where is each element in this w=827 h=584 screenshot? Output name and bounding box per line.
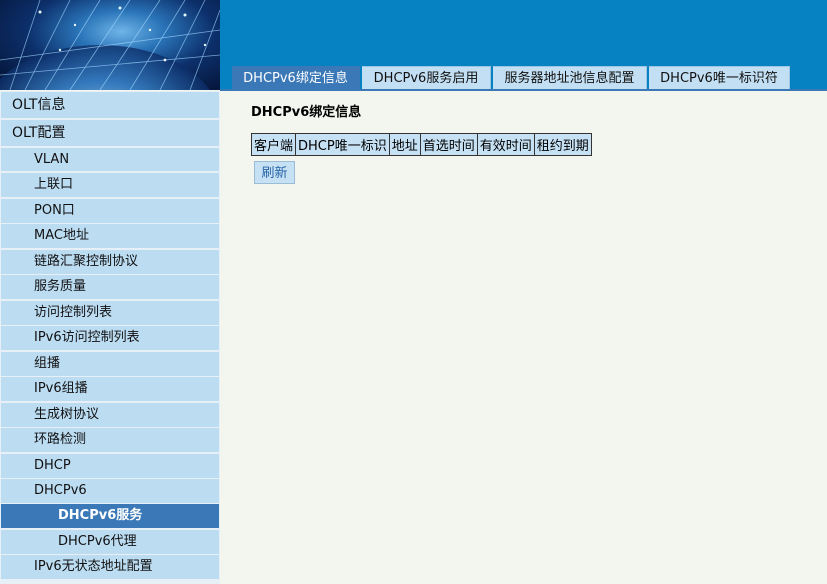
sidebar-item-olt-info[interactable]: OLT信息 [1, 92, 219, 118]
column-valid-time: 有效时间 [476, 133, 535, 156]
sidebar-item-olt-config[interactable]: OLT配置 [1, 120, 219, 146]
column-preferred-time: 首选时间 [419, 133, 478, 156]
page-title: DHCPv6绑定信息 [251, 105, 362, 120]
sidebar-item-dhcpv6-relay[interactable]: DHCPv6代理 [1, 530, 219, 554]
sidebar-item-ipv6-acl[interactable]: IPv6访问控制列表 [1, 326, 219, 350]
sidebar: OLT信息 OLT配置 VLAN 上联口 PON口 MAC地址 链路汇聚控制协议… [0, 91, 220, 584]
tab-dhcpv6-duid[interactable]: DHCPv6唯一标识符 [649, 66, 790, 89]
column-lease-expiry: 租约到期 [533, 133, 592, 156]
binding-table: 客户端 DHCP唯一标识 地址 首选时间 有效时间 租约到期 [250, 133, 592, 156]
sidebar-item-pon-port[interactable]: PON口 [1, 199, 219, 223]
sidebar-item-dhcpv6-service[interactable]: DHCPv6服务 [1, 504, 219, 528]
sidebar-item-stp[interactable]: 生成树协议 [1, 403, 219, 427]
brand-logo [0, 0, 220, 90]
table-header-row: 客户端 DHCP唯一标识 地址 首选时间 有效时间 租约到期 [250, 133, 592, 156]
sidebar-item-lacp[interactable]: 链路汇聚控制协议 [1, 250, 219, 274]
sidebar-item-acl[interactable]: 访问控制列表 [1, 301, 219, 325]
refresh-button[interactable]: 刷新 [254, 161, 295, 184]
globe-fiber-icon [0, 0, 220, 90]
sidebar-item-qos[interactable]: 服务质量 [1, 275, 219, 299]
sidebar-item-loop-detection[interactable]: 环路检测 [1, 428, 219, 452]
sidebar-item-vlan[interactable]: VLAN [1, 148, 219, 171]
sidebar-item-mac-address[interactable]: MAC地址 [1, 224, 219, 248]
main-content: DHCPv6绑定信息 客户端 DHCP唯一标识 地址 首选时间 有效时间 租约到… [220, 91, 827, 584]
sidebar-item-ipv6-slaac[interactable]: IPv6无状态地址配置 [1, 555, 219, 579]
column-client: 客户端 [250, 133, 297, 156]
sidebar-item-dhcp[interactable]: DHCP [1, 454, 219, 478]
sidebar-item-dhcpv6[interactable]: DHCPv6 [1, 479, 219, 503]
column-duid: DHCP唯一标识 [295, 133, 390, 156]
tab-dhcpv6-service-enable[interactable]: DHCPv6服务启用 [362, 66, 491, 89]
column-address: 地址 [388, 133, 421, 156]
header-bar [220, 0, 827, 57]
tab-server-pool-config[interactable]: 服务器地址池信息配置 [493, 66, 647, 89]
sidebar-item-ipv6-multicast[interactable]: IPv6组播 [1, 377, 219, 401]
sidebar-item-multicast[interactable]: 组播 [1, 352, 219, 376]
tab-dhcpv6-binding-info[interactable]: DHCPv6绑定信息 [232, 66, 360, 89]
sidebar-item-uplink[interactable]: 上联口 [1, 173, 219, 197]
